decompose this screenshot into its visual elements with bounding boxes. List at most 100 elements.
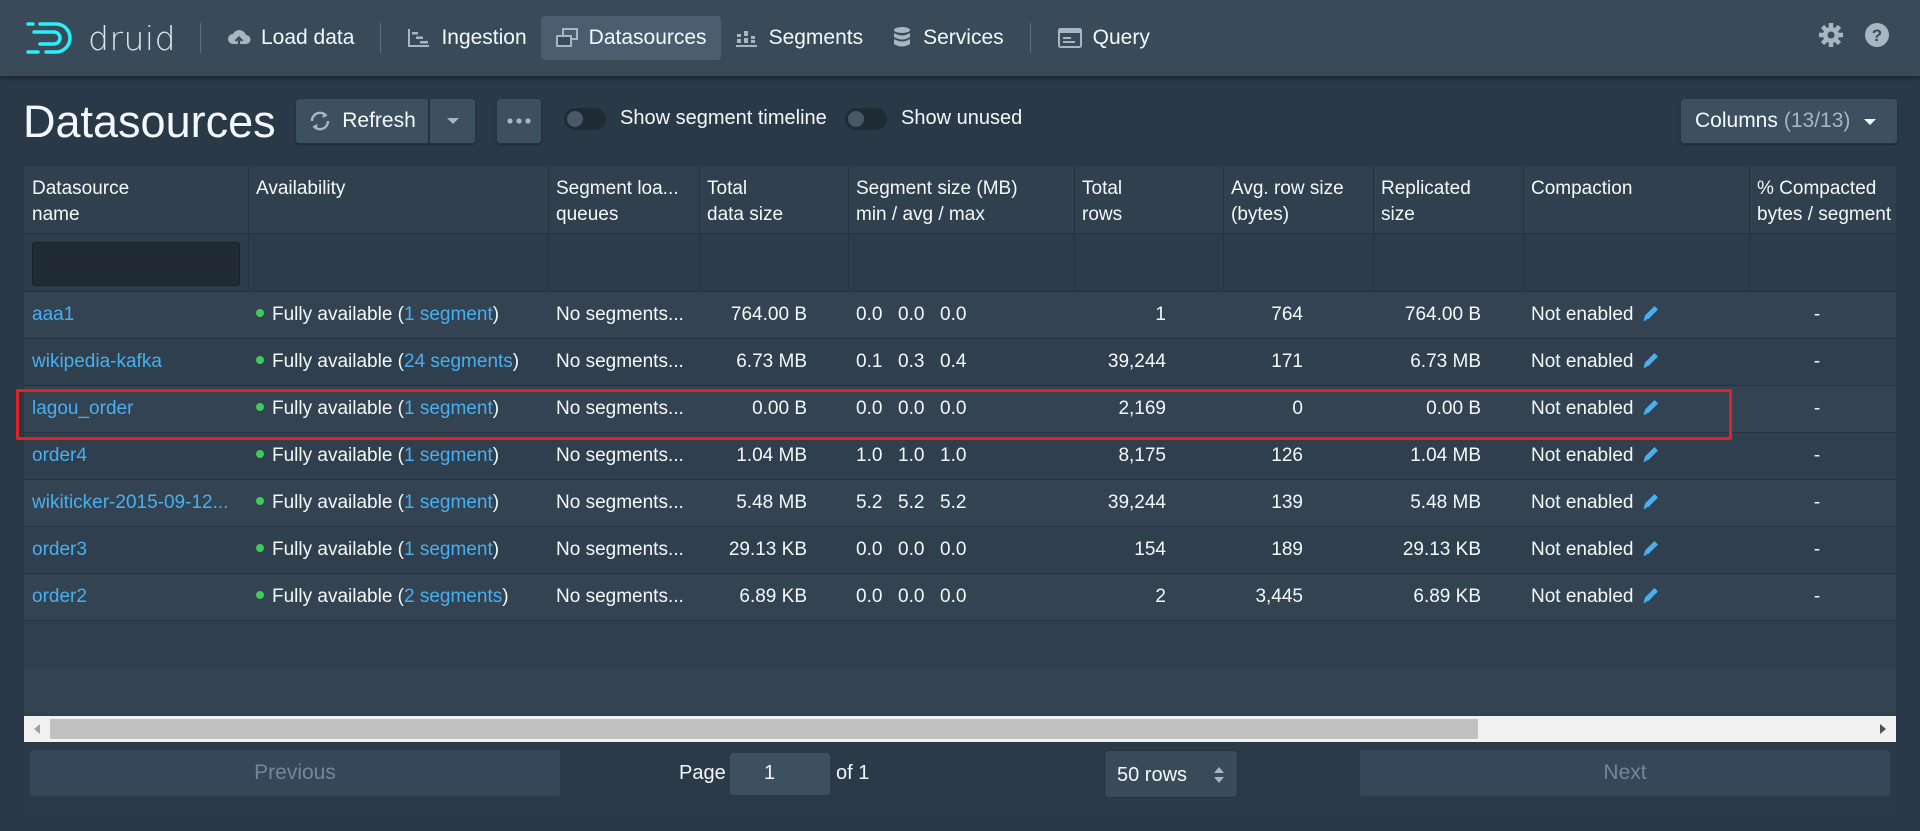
page-title: Datasources: [23, 96, 276, 147]
table-row[interactable]: order2 Fully available (2 segments) No seg…: [24, 574, 1896, 621]
header-percent-compacted[interactable]: % Compacted bytes / segment: [1757, 176, 1891, 228]
edit-icon[interactable]: [1641, 491, 1661, 511]
table-row[interactable]: aaa1 Fully available (1 segment) No segmen…: [24, 292, 1896, 339]
header-total-rows[interactable]: Total rows: [1082, 176, 1122, 228]
column-separator[interactable]: [1074, 166, 1075, 292]
replicated-size-cell: 6.89 KB: [1413, 586, 1481, 607]
rows-per-page-select[interactable]: 50 rows: [1104, 750, 1238, 798]
refresh-options-button[interactable]: [429, 98, 476, 144]
availability-text: Fully available (: [272, 586, 404, 607]
segment-size-min-cell: 0.0: [856, 586, 883, 607]
nav-divider: [380, 23, 382, 53]
datasource-name-link[interactable]: wikiticker-2015-09-12...: [32, 492, 228, 514]
more-actions-button[interactable]: [496, 98, 542, 144]
show-unused-toggle[interactable]: Show unused: [845, 107, 1022, 130]
horizontal-scrollbar[interactable]: [24, 716, 1896, 742]
column-separator[interactable]: [248, 166, 249, 292]
header-compaction[interactable]: Compaction: [1531, 176, 1632, 202]
compaction-cell: Not enabled: [1531, 351, 1661, 373]
table-row[interactable]: order3 Fully available (1 segment) No segm…: [24, 527, 1896, 574]
edit-icon[interactable]: [1641, 444, 1661, 464]
scroll-left-arrow-icon[interactable]: [32, 723, 42, 735]
header-avg-row-size[interactable]: Avg. row size (bytes): [1231, 176, 1344, 228]
replicated-size-cell: 1.04 MB: [1410, 445, 1481, 466]
columns-button[interactable]: Columns (13/13): [1680, 98, 1898, 144]
caret-down-icon: [1864, 119, 1876, 125]
column-separator[interactable]: [1749, 166, 1750, 292]
edit-icon[interactable]: [1641, 585, 1661, 605]
percent-compacted-cell: -: [1813, 539, 1821, 560]
druid-logo[interactable]: druid: [26, 18, 188, 58]
replicated-size-cell: 5.48 MB: [1410, 492, 1481, 513]
svg-text:?: ?: [1872, 26, 1882, 45]
column-separator[interactable]: [548, 166, 549, 292]
toggle-switch[interactable]: [564, 107, 606, 130]
help-icon[interactable]: ?: [1864, 22, 1890, 48]
segment-size-max-cell: 0.0: [940, 304, 967, 325]
load-queue-cell: No segments...: [556, 304, 684, 325]
gear-icon[interactable]: [1818, 22, 1844, 48]
edit-icon[interactable]: [1641, 350, 1661, 370]
header-replicated-size[interactable]: Replicated size: [1381, 176, 1471, 228]
load-queue-cell: No segments...: [556, 351, 684, 372]
column-separator[interactable]: [1223, 166, 1224, 292]
segment-count-link[interactable]: 1 segment: [404, 445, 493, 466]
scroll-right-arrow-icon[interactable]: [1878, 723, 1888, 735]
refresh-button[interactable]: Refresh: [295, 98, 429, 144]
load-queue-cell: No segments...: [556, 492, 684, 513]
nav-query[interactable]: Query: [1043, 16, 1164, 60]
datasource-name-link[interactable]: order4: [32, 445, 87, 467]
scrollbar-thumb[interactable]: [50, 719, 1478, 739]
next-button[interactable]: Next: [1360, 750, 1890, 796]
status-dot-icon: [256, 590, 264, 599]
compaction-cell: Not enabled: [1531, 586, 1661, 608]
header-availability[interactable]: Availability: [256, 176, 345, 202]
header-segment-size[interactable]: Segment size (MB) min / avg / max: [856, 176, 1018, 228]
nav-datasources[interactable]: Datasources: [540, 16, 721, 60]
percent-compacted-cell: -: [1813, 351, 1821, 372]
datasource-name-link[interactable]: aaa1: [32, 304, 74, 326]
availability-suffix: ): [492, 304, 500, 325]
segment-count-link[interactable]: 24 segments: [404, 351, 513, 372]
nav-ingestion[interactable]: Ingestion: [393, 16, 540, 60]
datasource-name-filter-input[interactable]: [32, 242, 240, 286]
header-segment-load-queues[interactable]: Segment loa... queues: [556, 176, 679, 228]
segment-size-min-cell: 0.1: [856, 351, 883, 372]
gantt-chart-icon: [408, 29, 430, 47]
nav-services[interactable]: Services: [877, 16, 1018, 60]
segment-timeline-toggle[interactable]: Show segment timeline: [564, 107, 827, 130]
nav-segments[interactable]: Segments: [721, 16, 878, 60]
total-rows-cell: 39,244: [1107, 351, 1166, 372]
edit-icon[interactable]: [1641, 538, 1661, 558]
datasource-name-link[interactable]: order2: [32, 586, 87, 608]
nav-load-data[interactable]: Load data: [213, 16, 368, 60]
multi-select-icon: [555, 28, 578, 47]
status-dot-icon: [256, 308, 264, 317]
page-number-input[interactable]: 1: [730, 753, 830, 795]
column-separator[interactable]: [699, 166, 700, 292]
application-icon: [1057, 28, 1082, 48]
toggle-switch[interactable]: [845, 107, 887, 130]
header-datasource-name[interactable]: Datasource name: [32, 176, 129, 228]
segment-count-link[interactable]: 2 segments: [404, 586, 502, 607]
segment-size-max-cell: 1.0: [940, 445, 967, 466]
empty-table-row: [24, 621, 1896, 668]
edit-icon[interactable]: [1641, 303, 1661, 323]
table-row[interactable]: wikipedia-kafka Fully available (24 segme…: [24, 339, 1896, 386]
nav-query-label: Query: [1092, 26, 1150, 49]
column-separator[interactable]: [1523, 166, 1524, 292]
header-total-data-size[interactable]: Total data size: [707, 176, 783, 228]
datasource-name-link[interactable]: wikipedia-kafka: [32, 351, 162, 373]
datasource-name-link[interactable]: order3: [32, 539, 87, 561]
compaction-status: Not enabled: [1531, 351, 1634, 372]
segment-size-min-cell: 0.0: [856, 304, 883, 325]
segment-count-link[interactable]: 1 segment: [404, 539, 493, 560]
segment-count-link[interactable]: 1 segment: [404, 304, 493, 325]
table-row[interactable]: order4 Fully available (1 segment) No segm…: [24, 433, 1896, 480]
table-row[interactable]: wikiticker-2015-09-12... Fully available …: [24, 480, 1896, 527]
segment-count-link[interactable]: 1 segment: [404, 492, 493, 513]
column-separator[interactable]: [848, 166, 849, 292]
segment-size-min-cell: 1.0: [856, 445, 883, 466]
column-separator[interactable]: [1373, 166, 1374, 292]
previous-button[interactable]: Previous: [30, 750, 560, 796]
